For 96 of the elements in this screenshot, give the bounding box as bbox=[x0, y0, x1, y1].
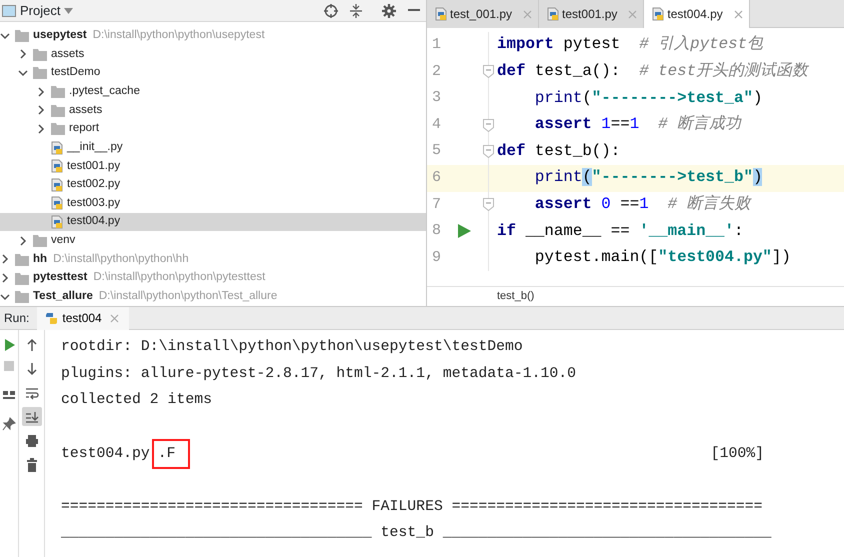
down-arrow-icon[interactable] bbox=[24, 362, 38, 376]
code-line: def test_b(): bbox=[497, 140, 620, 162]
folder-icon bbox=[51, 122, 65, 136]
fold-marker-icon[interactable] bbox=[483, 198, 494, 212]
line-number: 6 bbox=[432, 168, 442, 188]
trash-icon[interactable] bbox=[24, 458, 38, 472]
folder-icon bbox=[15, 252, 29, 266]
folder-icon bbox=[15, 29, 29, 42]
python-file-icon bbox=[652, 7, 664, 21]
tree-item[interactable]: report bbox=[0, 120, 426, 138]
run-tab[interactable]: test004 bbox=[37, 306, 129, 330]
line-number: 1 bbox=[432, 35, 442, 56]
line-number: 2 bbox=[432, 62, 442, 82]
python-file-icon bbox=[51, 215, 63, 230]
line-number: 4 bbox=[432, 114, 442, 135]
collapsed-chevron-icon[interactable] bbox=[18, 236, 28, 246]
folder-icon bbox=[51, 85, 65, 98]
tree-item[interactable]: .pytest_cache bbox=[0, 82, 426, 101]
editor-tab[interactable]: test004.py bbox=[644, 0, 750, 28]
code-line: print("-------->test_b") bbox=[534, 167, 762, 188]
tree-item[interactable]: assets bbox=[0, 100, 426, 120]
folder-icon bbox=[33, 234, 47, 248]
scroll-to-end-icon[interactable] bbox=[24, 410, 38, 424]
python-file-icon bbox=[435, 7, 447, 21]
tree-item[interactable]: __init__.py bbox=[0, 138, 426, 157]
minimize-icon[interactable] bbox=[408, 9, 420, 12]
console-line: rootdir: D:\install\python\python\usepytest\testDemo bbox=[61, 338, 523, 358]
breadcrumb[interactable]: test_b() bbox=[497, 288, 534, 305]
expanded-chevron-icon[interactable] bbox=[0, 30, 10, 41]
code-line: if __name__ == '__main__': bbox=[497, 220, 744, 242]
line-number: 5 bbox=[432, 141, 442, 162]
folder-icon bbox=[15, 290, 29, 304]
rerun-icon[interactable] bbox=[2, 338, 16, 352]
tree-item[interactable]: test002.py bbox=[0, 176, 426, 194]
collapsed-chevron-icon[interactable] bbox=[18, 49, 28, 60]
project-view-icon bbox=[2, 4, 16, 17]
folder-icon bbox=[33, 48, 47, 61]
code-line: assert 1==1 # 断言成功 bbox=[534, 114, 742, 136]
collapsed-chevron-icon[interactable] bbox=[0, 254, 10, 264]
collapsed-chevron-icon[interactable] bbox=[36, 105, 46, 116]
pin-icon[interactable] bbox=[2, 417, 16, 431]
editor-tab[interactable]: test001.py bbox=[539, 0, 644, 28]
tree-item[interactable]: Test_allure D:\install\python\python\Test_allure bbox=[0, 287, 426, 306]
python-file-icon bbox=[547, 7, 560, 21]
line-number: 9 bbox=[432, 248, 442, 268]
collapsed-chevron-icon[interactable] bbox=[0, 273, 10, 284]
tree-item[interactable]: venv bbox=[0, 231, 426, 250]
collapse-icon[interactable] bbox=[350, 4, 362, 18]
console-line: ================================== FAILURES =================================== bbox=[61, 498, 762, 517]
tree-item[interactable]: assets bbox=[0, 45, 426, 64]
console-text: test004.py bbox=[61, 444, 150, 464]
highlighted-result: .F bbox=[152, 438, 190, 469]
tree-item[interactable]: hh D:\install\python\python\hh bbox=[0, 250, 426, 269]
fold-marker-icon[interactable] bbox=[483, 65, 494, 78]
console-line: collected 2 items bbox=[61, 391, 212, 410]
tree-item[interactable]: usepytest D:\install\python\python\usepytest bbox=[0, 26, 426, 46]
code-line: def test_a(): # test开头的测试函数 bbox=[497, 61, 808, 82]
python-file-icon bbox=[51, 140, 63, 155]
code-line: pytest.main(["test004.py"]) bbox=[534, 247, 791, 268]
code-line: print("-------->test_a") bbox=[534, 88, 762, 109]
expanded-chevron-icon[interactable] bbox=[0, 292, 10, 302]
tree-item[interactable]: test004.py bbox=[0, 212, 426, 232]
python-file-icon bbox=[51, 159, 63, 174]
tree-item[interactable]: testDemo bbox=[0, 64, 426, 82]
python-icon bbox=[45, 312, 58, 324]
python-file-icon bbox=[51, 178, 63, 192]
tree-item[interactable]: test001.py bbox=[0, 156, 426, 176]
fold-marker-icon[interactable] bbox=[483, 145, 494, 158]
run-icon[interactable] bbox=[458, 224, 471, 238]
dropdown-caret-icon[interactable] bbox=[64, 8, 74, 14]
locate-icon[interactable] bbox=[324, 4, 338, 18]
code-line: import pytest # 引入pytest包 bbox=[497, 34, 764, 56]
run-label: Run: bbox=[3, 310, 30, 327]
layout-icon[interactable] bbox=[2, 388, 16, 402]
line-number: 7 bbox=[432, 194, 442, 215]
fold-marker-icon[interactable] bbox=[483, 118, 494, 132]
panel-title[interactable]: Project bbox=[20, 0, 60, 20]
folder-icon bbox=[15, 272, 29, 285]
editor-tab[interactable]: test_001.py bbox=[427, 0, 540, 28]
up-arrow-icon[interactable] bbox=[24, 338, 38, 352]
console-line: ___________________________________ test_b _____________________________________ bbox=[61, 524, 772, 544]
console-line: plugins: allure-pytest-2.8.17, html-2.1.1, metadata-1.10.0 bbox=[61, 364, 576, 384]
tree-item[interactable]: pytesttest D:\install\python\python\pytesttest bbox=[0, 268, 426, 288]
python-file-icon bbox=[51, 196, 63, 210]
line-number: 8 bbox=[432, 221, 442, 242]
progress-percent: [100%] bbox=[710, 444, 764, 464]
soft-wrap-icon[interactable] bbox=[24, 386, 38, 400]
expanded-chevron-icon[interactable] bbox=[18, 68, 28, 78]
collapsed-chevron-icon[interactable] bbox=[36, 86, 46, 97]
settings-icon[interactable] bbox=[382, 4, 396, 18]
line-number: 3 bbox=[432, 88, 442, 108]
code-line: assert 0 ==1 # 断言失败 bbox=[534, 194, 751, 216]
folder-icon bbox=[33, 66, 47, 80]
tree-item[interactable]: test003.py bbox=[0, 194, 426, 213]
folder-icon bbox=[51, 104, 65, 117]
collapsed-chevron-icon[interactable] bbox=[36, 124, 46, 134]
